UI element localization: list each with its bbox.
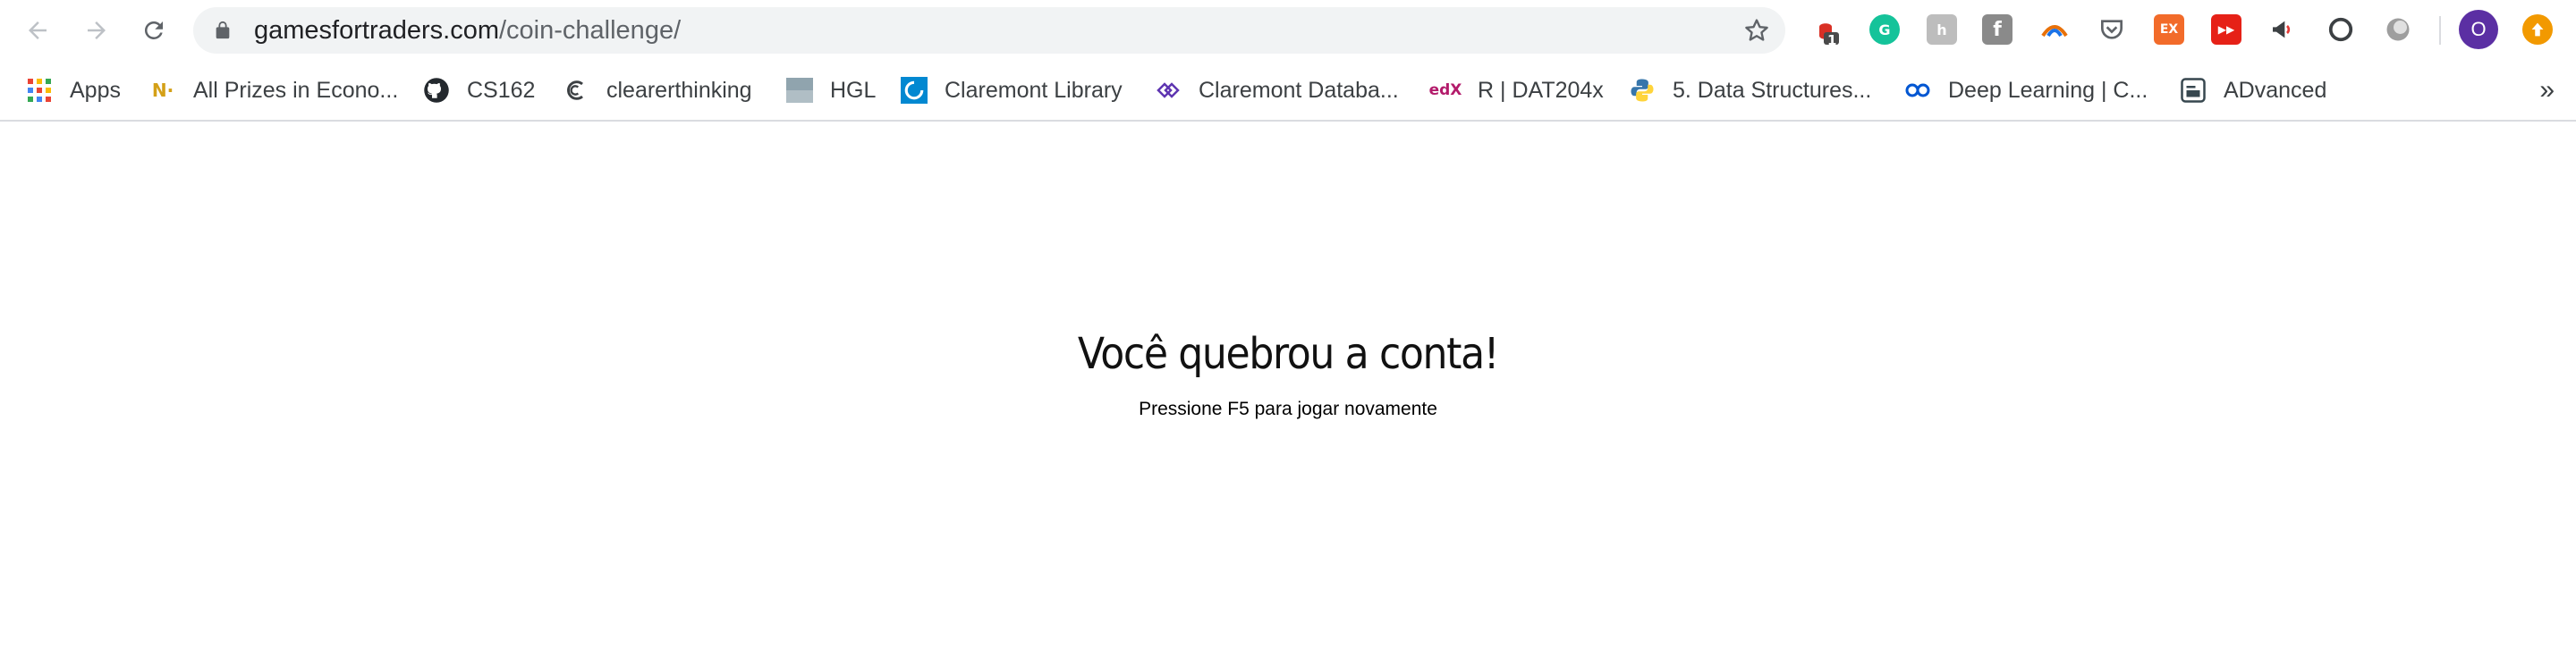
youtube-glyph: ▶▶ (2217, 23, 2235, 36)
url-domain: gamesfortraders.com (254, 16, 499, 45)
bookmark-label: HGL (830, 77, 877, 103)
adblock-badge: 1 (1827, 32, 1837, 48)
reload-icon (144, 21, 163, 39)
bookmarks-overflow-chevron-icon[interactable]: » (2539, 61, 2555, 120)
toolbar-separator (2439, 16, 2441, 45)
bookmark-claremont-database[interactable]: Claremont Databa... (1154, 61, 1399, 120)
bookmark-advanced[interactable]: ADvanced (2179, 61, 2326, 120)
grammarly-glyph: G (1878, 21, 1891, 38)
bookmark-deep-learning[interactable]: Deep Learning | C... (1903, 61, 2148, 120)
bookmark-label: Claremont Databa... (1199, 77, 1399, 103)
bookmark-label: R | DAT204x (1478, 77, 1604, 103)
reload-button[interactable] (136, 13, 172, 48)
grammarly-extension-icon[interactable]: G (1869, 14, 1900, 45)
clearerthinking-icon (562, 76, 590, 105)
forward-arrow-icon (88, 21, 106, 39)
disc-icon (2386, 18, 2410, 41)
youtube-extension-icon[interactable]: ▶▶ (2211, 14, 2241, 45)
ex-glyph: EX (2159, 22, 2179, 37)
claremont-database-icon (1154, 76, 1182, 105)
bookmark-apps[interactable]: Apps (25, 61, 121, 120)
pocket-extension-icon[interactable] (2097, 14, 2127, 45)
profile-initial: O (2470, 18, 2487, 40)
bookmark-label: CS162 (467, 77, 536, 103)
page-subtitle: Pressione F5 para jogar novamente (1139, 399, 1437, 419)
pocket-icon (2101, 20, 2123, 39)
bookmark-label: Deep Learning | C... (1948, 77, 2148, 103)
bookmark-hgl[interactable]: HGL (785, 61, 876, 120)
profile-avatar[interactable]: O (2459, 10, 2498, 49)
bookmark-label: 5. Data Structures... (1673, 77, 1872, 103)
update-arrow-icon (2531, 22, 2544, 37)
facebook-glyph: f (1993, 18, 2002, 41)
n-icon: N· (151, 80, 174, 101)
arc-extension-icon[interactable] (2039, 14, 2070, 45)
bookmarks-bar: Apps N· All Prizes in Econo... CS162 cle… (0, 61, 2576, 122)
bookmark-r-dat204x[interactable]: edX R | DAT204x (1429, 61, 1604, 120)
disc-extension-icon[interactable] (2383, 14, 2413, 45)
bookmark-label: All Prizes in Econo... (193, 77, 399, 103)
adblock-extension-icon[interactable]: 1 (1810, 14, 1841, 48)
bookmark-cs162[interactable]: CS162 (422, 61, 535, 120)
bookmark-label: Apps (70, 77, 121, 103)
forward-button[interactable] (79, 13, 114, 48)
facebook-extension-icon[interactable]: f (1982, 14, 2012, 45)
circle-extension-icon[interactable] (2326, 14, 2356, 45)
url-text[interactable]: gamesfortraders.com/coin-challenge/ (254, 7, 681, 54)
back-button[interactable] (20, 13, 55, 48)
bookmark-label: clearerthinking (606, 77, 752, 103)
coursera-icon (1903, 76, 1932, 105)
edx-icon: edX (1428, 81, 1462, 99)
page-title: Você quebrou a conta! (1077, 329, 1500, 379)
megaphone-icon (2273, 21, 2291, 38)
bookmark-all-prizes[interactable]: N· All Prizes in Econo... (148, 61, 398, 120)
page-content: Você quebrou a conta! Pressione F5 para … (0, 122, 2576, 649)
megaphone-extension-icon[interactable] (2268, 14, 2299, 45)
advanced-icon (2179, 76, 2207, 105)
bookmark-claremont-library[interactable]: Claremont Library (900, 61, 1123, 120)
bookmark-clearerthinking[interactable]: clearerthinking (562, 61, 752, 120)
bookmark-label: ADvanced (2224, 77, 2327, 103)
ex-extension-icon[interactable]: EX (2154, 14, 2184, 45)
hgl-icon (785, 76, 814, 105)
apps-grid-icon (25, 76, 54, 105)
hunter-extension-icon[interactable]: h (1927, 14, 1957, 45)
ring-icon (2328, 17, 2353, 42)
update-button[interactable] (2522, 14, 2553, 45)
github-icon (422, 76, 451, 105)
arc-icon (2041, 25, 2068, 38)
browser-toolbar: gamesfortraders.com/coin-challenge/ 1 G … (0, 0, 2576, 61)
address-bar[interactable]: gamesfortraders.com/coin-challenge/ (193, 7, 1785, 54)
bookmark-label: Claremont Library (945, 77, 1123, 103)
claremont-library-icon (900, 76, 928, 105)
bookmark-data-structures[interactable]: 5. Data Structures... (1628, 61, 1871, 120)
back-arrow-icon (29, 21, 47, 39)
url-path: /coin-challenge/ (499, 16, 682, 45)
bookmark-star-icon[interactable] (1742, 16, 1771, 45)
lock-icon (216, 21, 230, 39)
hunter-glyph: h (1936, 21, 1947, 38)
python-icon (1628, 76, 1657, 105)
